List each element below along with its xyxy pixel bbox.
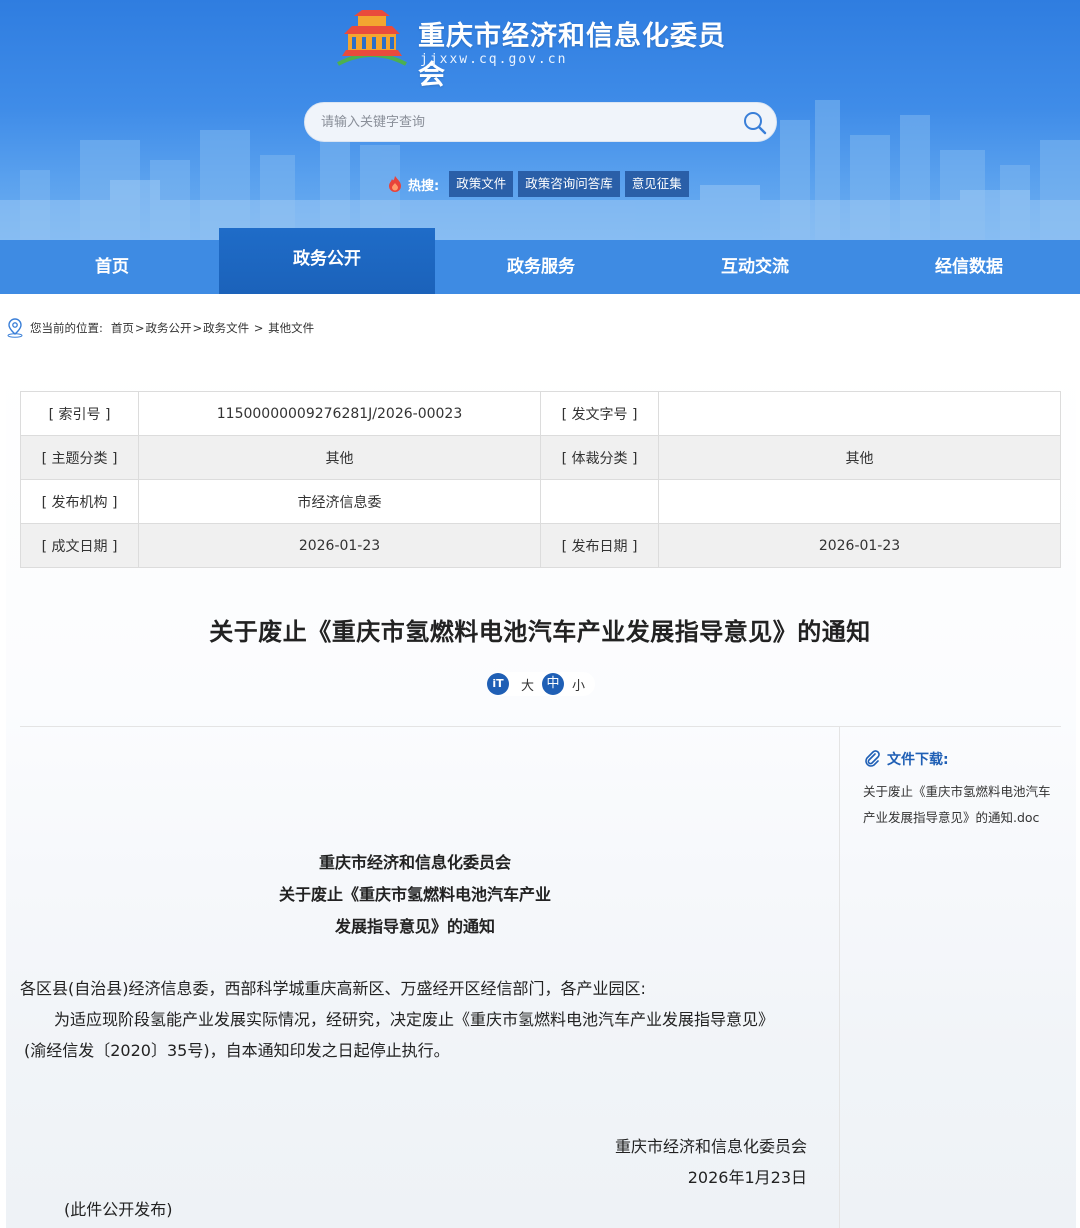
hot-tag-opinion-collection[interactable]: 意见征集 bbox=[624, 171, 689, 197]
meta-key bbox=[540, 479, 659, 524]
flame-icon bbox=[389, 176, 401, 192]
table-row: [ 主题分类 ] 其他 [ 体裁分类 ] 其他 bbox=[20, 435, 1061, 480]
table-row: [ 索引号 ] 11500000009276281J/2026-00023 [ … bbox=[20, 391, 1061, 436]
hot-tag-policy-qa[interactable]: 政策咨询问答库 bbox=[518, 171, 620, 197]
location-pin-icon bbox=[7, 318, 23, 338]
breadcrumb-gov-docs[interactable]: 政务文件 bbox=[203, 320, 249, 336]
search-icon[interactable] bbox=[742, 110, 768, 136]
doc-heading-issuer: 重庆市经济和信息化委员会 bbox=[318, 853, 511, 872]
table-row: [ 发布机构 ] 市经济信息委 bbox=[20, 479, 1061, 524]
document-metadata-table: [ 索引号 ] 11500000009276281J/2026-00023 [ … bbox=[20, 391, 1061, 568]
doc-heading-line-3: 发展指导意见》的通知 bbox=[334, 917, 495, 936]
breadcrumb-prefix: 您当前的位置: bbox=[30, 321, 103, 335]
document-title: 关于废止《重庆市氢燃料电池汽车产业发展指导意见》的通知 bbox=[209, 618, 871, 646]
meta-key: [ 索引号 ] bbox=[20, 391, 139, 436]
meta-value: 市经济信息委 bbox=[138, 479, 541, 524]
meta-value: 11500000009276281J/2026-00023 bbox=[138, 391, 541, 436]
meta-value bbox=[658, 391, 1061, 436]
breadcrumb-other-docs[interactable]: 其他文件 bbox=[268, 320, 314, 336]
meta-key: [ 成文日期 ] bbox=[20, 523, 139, 568]
breadcrumb-disclosure[interactable]: 政务公开 bbox=[146, 320, 192, 336]
doc-heading-line-2: 关于废止《重庆市氢燃料电池汽车产业 bbox=[278, 885, 551, 904]
breadcrumb: 您当前的位置: 首页 > 政务公开 > 政务文件 > 其他文件 bbox=[6, 318, 314, 338]
breadcrumb-home[interactable]: 首页 bbox=[111, 320, 134, 336]
search-box bbox=[304, 102, 777, 142]
meta-key: [ 体裁分类 ] bbox=[540, 435, 659, 480]
download-title-text: 文件下载: bbox=[887, 752, 949, 768]
great-hall-emblem-icon bbox=[337, 10, 407, 66]
table-row: [ 成文日期 ] 2026-01-23 [ 发布日期 ] 2026-01-23 bbox=[20, 523, 1061, 568]
meta-value: 2026-01-23 bbox=[138, 523, 541, 568]
attachment-doc-link[interactable]: 关于废止《重庆市氢燃料电池汽车 产业发展指导意见》的通知.doc bbox=[863, 779, 1058, 831]
meta-key: [ 主题分类 ] bbox=[20, 435, 139, 480]
attachment-name-line-2: 产业发展指导意见》的通知.doc bbox=[863, 810, 1040, 825]
main-nav: 首页 政务公开 政务服务 互动交流 经信数据 bbox=[0, 228, 1080, 294]
font-size-medium-button[interactable]: 中 bbox=[542, 673, 565, 695]
doc-signature-org: 重庆市经济和信息化委员会 bbox=[614, 1137, 807, 1156]
hot-tag-policy-docs[interactable]: 政策文件 bbox=[449, 171, 514, 197]
search-input[interactable] bbox=[305, 103, 725, 141]
meta-value: 2026-01-23 bbox=[658, 523, 1061, 568]
font-size-icon: iT bbox=[487, 673, 509, 695]
nav-item-government-services[interactable]: 政务服务 bbox=[433, 240, 649, 294]
hot-search-row: 热搜: 政策文件 政策咨询问答库 意见征集 bbox=[386, 170, 694, 198]
document-body: 重庆市经济和信息化委员会 关于废止《重庆市氢燃料电池汽车产业 发展指导意见》的通… bbox=[20, 727, 840, 1228]
meta-key: [ 发文字号 ] bbox=[540, 391, 659, 436]
nav-item-government-affairs-disclosure[interactable]: 政务公开 bbox=[219, 228, 435, 294]
font-size-large-button[interactable]: 大 bbox=[521, 675, 534, 694]
font-size-small-button[interactable]: 小 bbox=[572, 675, 585, 694]
meta-key: [ 发布机构 ] bbox=[20, 479, 139, 524]
attachments-sidebar: 文件下载: 关于废止《重庆市氢燃料电池汽车 产业发展指导意见》的通知.doc bbox=[841, 727, 1061, 1228]
doc-addressee: 各区县(自治县)经济信息委，西部科学城重庆高新区、万盛经开区经信部门，各产业园区… bbox=[20, 979, 646, 998]
nav-item-home[interactable]: 首页 bbox=[4, 240, 220, 294]
doc-paragraph-1-cont: (渝经信发〔2020〕35号)，自本通知印发之日起停止执行。 bbox=[24, 1041, 450, 1060]
meta-key: [ 发布日期 ] bbox=[540, 523, 659, 568]
meta-value: 其他 bbox=[658, 435, 1061, 480]
site-header: 重庆市经济和信息化委员会 jjxxw.cq.gov.cn 热搜: 政策文件 政策… bbox=[0, 0, 1080, 240]
paperclip-icon bbox=[865, 750, 880, 767]
doc-signature-date: 2026年1月23日 bbox=[687, 1168, 807, 1187]
site-logo[interactable]: 重庆市经济和信息化委员会 jjxxw.cq.gov.cn bbox=[332, 6, 752, 91]
hot-search-label: 热搜: bbox=[408, 178, 440, 194]
meta-value: 其他 bbox=[138, 435, 541, 480]
nav-item-interaction[interactable]: 互动交流 bbox=[647, 240, 863, 294]
font-size-control: iT 大 中 小 bbox=[487, 672, 596, 696]
attachment-name-line-1: 关于废止《重庆市氢燃料电池汽车 bbox=[863, 784, 1051, 799]
download-section-title: 文件下载: bbox=[863, 749, 949, 769]
nav-item-economic-data[interactable]: 经信数据 bbox=[861, 240, 1077, 294]
doc-paragraph-1: 为适应现阶段氢能产业发展实际情况，经研究，决定废止《重庆市氢燃料电池汽车产业发展… bbox=[54, 1010, 775, 1029]
site-domain: jjxxw.cq.gov.cn bbox=[420, 52, 568, 67]
meta-value bbox=[658, 479, 1061, 524]
doc-publication-note: (此件公开发布) bbox=[64, 1200, 173, 1219]
